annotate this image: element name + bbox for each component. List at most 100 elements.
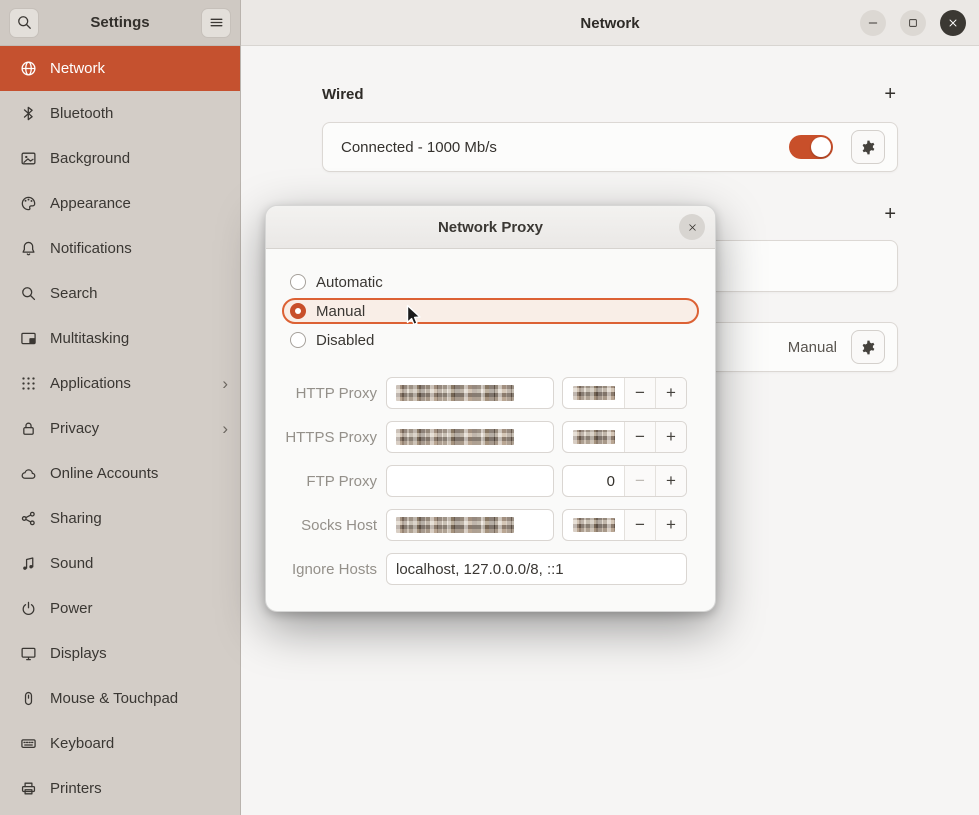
dialog-title: Network Proxy <box>438 219 543 236</box>
http-proxy-input[interactable] <box>386 377 554 409</box>
sidebar-item-network[interactable]: Network <box>0 46 240 91</box>
network-proxy-dialog: Network Proxy Automatic Manual Disabled … <box>265 205 716 612</box>
mouse-icon <box>20 690 37 707</box>
ignore-hosts-label: Ignore Hosts <box>282 561 386 578</box>
increment-button[interactable]: + <box>655 466 686 496</box>
chevron-right-icon: › <box>222 374 228 394</box>
close-button[interactable] <box>940 10 966 36</box>
sidebar-item-displays[interactable]: Displays <box>0 631 240 676</box>
sidebar-item-mouse-touchpad[interactable]: Mouse & Touchpad <box>0 676 240 721</box>
redacted-value <box>396 429 514 445</box>
decrement-button[interactable]: − <box>624 378 655 408</box>
option-label: Disabled <box>316 332 374 349</box>
add-vpn-button[interactable]: + <box>882 204 898 224</box>
bell-icon <box>20 240 37 257</box>
sidebar-item-label: Bluetooth <box>50 105 113 122</box>
wired-toggle[interactable] <box>789 135 833 159</box>
power-icon <box>20 600 37 617</box>
window-controls <box>860 10 966 36</box>
sidebar-item-label: Mouse & Touchpad <box>50 690 178 707</box>
option-label: Automatic <box>316 274 383 291</box>
sidebar-title: Settings <box>90 14 149 31</box>
globe-icon <box>20 60 37 77</box>
gear-icon <box>860 139 877 156</box>
sidebar-item-keyboard[interactable]: Keyboard <box>0 721 240 766</box>
sidebar-item-label: Search <box>50 285 98 302</box>
menu-button[interactable] <box>201 8 231 38</box>
sidebar-item-notifications[interactable]: Notifications <box>0 226 240 271</box>
sidebar-item-printers[interactable]: Printers <box>0 766 240 811</box>
sidebar-item-search[interactable]: Search <box>0 271 240 316</box>
ignore-hosts-input[interactable]: localhost, 127.0.0.0/8, ::1 <box>386 553 687 585</box>
wired-connection-row[interactable]: Connected - 1000 Mb/s <box>322 122 898 172</box>
sidebar-item-label: Displays <box>50 645 107 662</box>
ftp-proxy-port-spinbox: 0 − + <box>562 465 687 497</box>
sidebar-item-label: Sharing <box>50 510 102 527</box>
sidebar-item-label: Multitasking <box>50 330 129 347</box>
ftp-proxy-label: FTP Proxy <box>282 473 386 490</box>
radio-unchecked-icon <box>290 274 306 290</box>
redacted-value <box>573 518 615 532</box>
sidebar-item-multitasking[interactable]: Multitasking <box>0 316 240 361</box>
sidebar: Network Bluetooth Background Appearance … <box>0 46 241 815</box>
close-icon <box>947 17 959 29</box>
music-note-icon <box>20 555 37 572</box>
photo-icon <box>20 150 37 167</box>
sidebar-item-label: Sound <box>50 555 93 572</box>
ignore-hosts-value: localhost, 127.0.0.0/8, ::1 <box>396 561 564 578</box>
decrement-button[interactable]: − <box>624 422 655 452</box>
proxy-settings-button[interactable] <box>851 330 885 364</box>
ftp-proxy-row: FTP Proxy 0 − + <box>282 465 685 497</box>
increment-button[interactable]: + <box>655 510 686 540</box>
cloud-icon <box>20 465 37 482</box>
printer-icon <box>20 780 37 797</box>
add-wired-button[interactable]: + <box>882 84 898 104</box>
sidebar-item-label: Applications <box>50 375 131 392</box>
redacted-value <box>396 517 514 533</box>
proxy-option-manual[interactable]: Manual <box>282 298 699 324</box>
https-proxy-port-value[interactable] <box>563 422 624 452</box>
http-proxy-label: HTTP Proxy <box>282 385 386 402</box>
proxy-mode-value: Manual <box>788 339 837 356</box>
search-button[interactable] <box>9 8 39 38</box>
proxy-option-automatic[interactable]: Automatic <box>282 269 699 295</box>
socks-host-input[interactable] <box>386 509 554 541</box>
increment-button[interactable]: + <box>655 422 686 452</box>
decrement-button[interactable]: − <box>624 466 655 496</box>
sidebar-item-bluetooth[interactable]: Bluetooth <box>0 91 240 136</box>
http-proxy-port-value[interactable] <box>563 378 624 408</box>
sidebar-item-label: Online Accounts <box>50 465 158 482</box>
sidebar-item-label: Printers <box>50 780 102 797</box>
http-proxy-row: HTTP Proxy − + <box>282 377 685 409</box>
sidebar-item-applications[interactable]: Applications › <box>0 361 240 406</box>
proxy-option-disabled[interactable]: Disabled <box>282 327 699 353</box>
settings-window: Settings Network Network Bluetooth <box>0 0 979 815</box>
dialog-close-button[interactable] <box>679 214 705 240</box>
sidebar-item-sharing[interactable]: Sharing <box>0 496 240 541</box>
sidebar-item-privacy[interactable]: Privacy › <box>0 406 240 451</box>
sidebar-item-label: Privacy <box>50 420 99 437</box>
sidebar-item-label: Appearance <box>50 195 131 212</box>
maximize-button[interactable] <box>900 10 926 36</box>
socks-port-value[interactable] <box>563 510 624 540</box>
minimize-button[interactable] <box>860 10 886 36</box>
dialog-headerbar: Network Proxy <box>266 206 715 249</box>
lock-icon <box>20 420 37 437</box>
sidebar-item-appearance[interactable]: Appearance <box>0 181 240 226</box>
bluetooth-icon <box>20 105 37 122</box>
socks-host-label: Socks Host <box>282 517 386 534</box>
ftp-proxy-port-value[interactable]: 0 <box>563 466 624 496</box>
proxy-mode-options: Automatic Manual Disabled <box>266 249 715 353</box>
https-proxy-input[interactable] <box>386 421 554 453</box>
sidebar-item-power[interactable]: Power <box>0 586 240 631</box>
ftp-proxy-input[interactable] <box>386 465 554 497</box>
sidebar-item-online-accounts[interactable]: Online Accounts <box>0 451 240 496</box>
proxy-row-controls: Manual <box>788 330 897 364</box>
wired-row-controls <box>789 130 897 164</box>
increment-button[interactable]: + <box>655 378 686 408</box>
sidebar-item-sound[interactable]: Sound <box>0 541 240 586</box>
hamburger-icon <box>208 14 225 31</box>
sidebar-item-background[interactable]: Background <box>0 136 240 181</box>
wired-settings-button[interactable] <box>851 130 885 164</box>
decrement-button[interactable]: − <box>624 510 655 540</box>
